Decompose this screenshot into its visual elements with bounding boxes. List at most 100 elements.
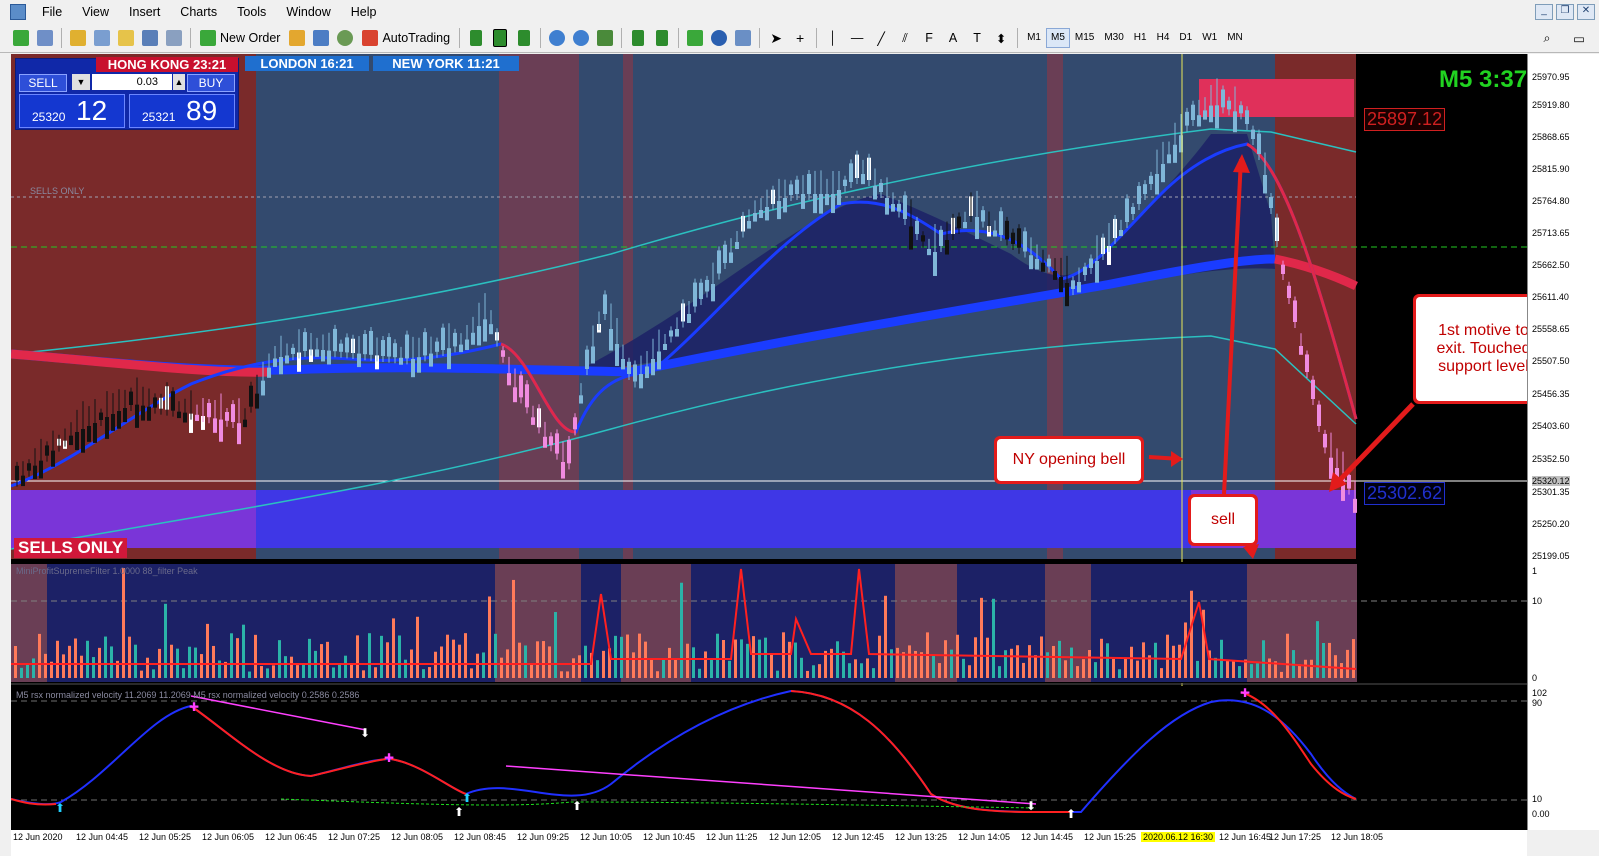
horizontal-line-icon[interactable]: —: [846, 27, 868, 49]
menu-help[interactable]: Help: [341, 0, 387, 24]
line-chart-button[interactable]: [513, 27, 535, 49]
new-order-button[interactable]: New Order: [196, 27, 284, 49]
metaeditor-button[interactable]: [286, 27, 308, 49]
periods-button[interactable]: [708, 27, 730, 49]
timeframe-d1[interactable]: D1: [1174, 28, 1197, 48]
menu-insert[interactable]: Insert: [119, 0, 170, 24]
bar-chart-button[interactable]: [465, 27, 487, 49]
chart-shift-button[interactable]: [651, 27, 673, 49]
svg-text:✚: ✚: [189, 700, 199, 714]
templates-button[interactable]: [732, 27, 754, 49]
timeframe-mn[interactable]: MN: [1222, 28, 1248, 48]
text-label-icon[interactable]: T: [966, 27, 988, 49]
histogram-bar: [128, 636, 131, 678]
histogram-bar: [482, 652, 485, 678]
indicators-button[interactable]: [684, 27, 706, 49]
histogram-bar: [800, 657, 803, 678]
search-icon[interactable]: ⌕: [1536, 27, 1558, 49]
timeframe-m1[interactable]: M1: [1022, 28, 1046, 48]
crosshair-icon[interactable]: +: [789, 27, 811, 49]
histogram-bar: [1196, 660, 1199, 678]
histogram-bar: [1346, 649, 1349, 678]
histogram-bar: [992, 598, 995, 678]
candlestick-button[interactable]: [489, 27, 511, 49]
histogram-bar: [200, 654, 203, 678]
close-icon[interactable]: ✕: [1577, 4, 1595, 20]
trendline-icon[interactable]: ╱: [870, 27, 892, 49]
new-chart-button[interactable]: [10, 27, 32, 49]
histogram-bar: [1268, 658, 1271, 678]
timeframe-m15[interactable]: M15: [1070, 28, 1099, 48]
histogram-bar: [614, 635, 617, 678]
lot-dropdown-icon[interactable]: ▼: [72, 74, 90, 90]
time-axis-label: 12 Jun 12:05: [769, 832, 822, 842]
sell-price-box[interactable]: 25320 12: [19, 94, 125, 128]
vertical-line-icon[interactable]: │: [822, 27, 844, 49]
timeframe-h1[interactable]: H1: [1129, 28, 1152, 48]
market-button[interactable]: [334, 27, 356, 49]
buy-price-box[interactable]: 25321 89: [129, 94, 235, 128]
time-axis-label: 2020.06.12 16:30: [1141, 832, 1216, 842]
histogram-bar: [62, 654, 65, 678]
zoom-out-icon[interactable]: [570, 27, 592, 49]
signals-button[interactable]: [310, 27, 332, 49]
histogram-bar: [320, 644, 323, 678]
histogram-bar: [566, 671, 569, 678]
profiles-button[interactable]: [34, 27, 56, 49]
minimize-icon[interactable]: _: [1535, 4, 1553, 20]
time-axis-label: 12 Jun 11:25: [706, 832, 758, 842]
histogram-bar: [1280, 671, 1283, 678]
histogram-bar: [1028, 645, 1031, 678]
buy-button[interactable]: BUY: [187, 74, 235, 92]
menu-charts[interactable]: Charts: [170, 0, 227, 24]
histogram-bar: [362, 670, 365, 678]
svg-text:⬆: ⬆: [572, 799, 582, 813]
sell-price-big: 12: [76, 95, 108, 126]
chart-window[interactable]: ✚ ✚ ✚ ⬇ ⬇ ⬆ ⬆ ⬆ ⬆ ⬆: [11, 54, 1527, 830]
sell-button[interactable]: SELL: [19, 74, 67, 92]
autotrading-button[interactable]: AutoTrading: [358, 27, 454, 49]
market-watch-button[interactable]: [67, 27, 89, 49]
timeframe-w1[interactable]: W1: [1197, 28, 1222, 48]
menu-tools[interactable]: Tools: [227, 0, 276, 24]
data-window-button[interactable]: [91, 27, 113, 49]
timeframe-m30[interactable]: M30: [1099, 28, 1128, 48]
svg-text:⬆: ⬆: [462, 791, 472, 805]
histogram-bar: [572, 658, 575, 678]
histogram-bar: [1286, 633, 1289, 678]
price-axis-label: 25558.65: [1532, 324, 1570, 334]
histogram-bar: [788, 641, 791, 678]
menu-window[interactable]: Window: [276, 0, 340, 24]
fibo-icon[interactable]: F: [918, 27, 940, 49]
histogram-bar: [1142, 642, 1145, 678]
strategy-tester-button[interactable]: [163, 27, 185, 49]
arrows-icon[interactable]: ⬍: [990, 27, 1012, 49]
autoscroll-button[interactable]: [627, 27, 649, 49]
histogram-bar: [290, 656, 293, 678]
channel-icon[interactable]: ⫽: [894, 27, 916, 49]
timeframe-h4[interactable]: H4: [1152, 28, 1175, 48]
svg-text:✚: ✚: [384, 751, 394, 765]
histogram-bar: [662, 659, 665, 678]
chat-icon[interactable]: ▭: [1568, 27, 1590, 49]
menu-view[interactable]: View: [72, 0, 119, 24]
restore-icon[interactable]: ❐: [1556, 4, 1574, 20]
histogram-bar: [296, 665, 299, 678]
text-icon[interactable]: A: [942, 27, 964, 49]
histogram-bar: [74, 638, 77, 678]
chart-canvas[interactable]: ✚ ✚ ✚ ⬇ ⬇ ⬆ ⬆ ⬆ ⬆ ⬆: [11, 54, 1527, 830]
lot-up-icon[interactable]: ▲: [173, 74, 185, 90]
timeframe-m5[interactable]: M5: [1045, 28, 1070, 48]
cursor-icon[interactable]: ➤: [765, 27, 787, 49]
svg-text:⬆: ⬆: [1066, 807, 1076, 821]
histogram-bar: [494, 633, 497, 678]
price-axis-label: 25764.80: [1532, 196, 1570, 206]
time-axis-label: 12 Jun 06:05: [202, 832, 255, 842]
terminal-button[interactable]: [139, 27, 161, 49]
navigator-button[interactable]: [115, 27, 137, 49]
menu-file[interactable]: File: [32, 0, 72, 24]
lot-size-input[interactable]: 0.03: [92, 74, 172, 90]
tile-windows-button[interactable]: [594, 27, 616, 49]
zoom-in-icon[interactable]: [546, 27, 568, 49]
histogram-bar: [1016, 645, 1019, 678]
